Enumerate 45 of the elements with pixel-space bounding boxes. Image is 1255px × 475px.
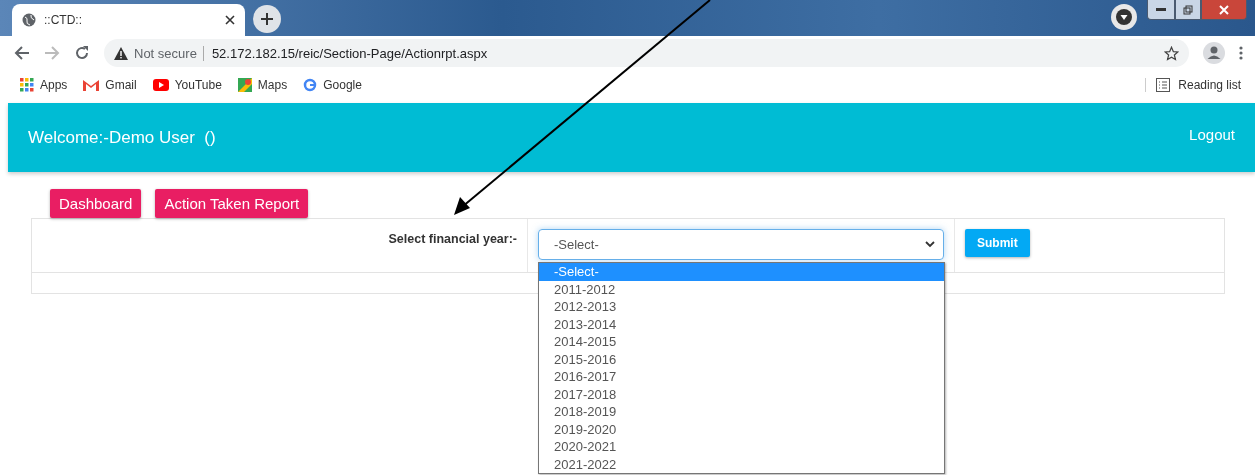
tab-title: ::CTD::	[44, 13, 83, 27]
nav-button[interactable]: Dashboard	[50, 189, 142, 218]
field-label: Select financial year:-	[388, 231, 517, 246]
bookmark-link[interactable]: YouTube	[152, 78, 222, 92]
menu-icon[interactable]	[1239, 46, 1243, 60]
back-button[interactable]	[14, 45, 30, 61]
welcome-text: Welcome:-Demo User ()	[28, 127, 216, 148]
minimize-icon	[1156, 7, 1166, 12]
bookmark-link[interactable]: Maps	[237, 78, 288, 92]
warning-icon	[114, 46, 128, 60]
apps-grid-icon	[20, 78, 34, 92]
security-warning: Not secure	[134, 45, 197, 61]
close-icon[interactable]	[225, 15, 235, 25]
mail-icon	[83, 79, 100, 91]
plus-icon	[261, 13, 273, 25]
reload-button[interactable]	[74, 45, 90, 61]
globe-icon	[22, 13, 36, 27]
restore-icon	[1183, 4, 1193, 15]
profile-dropdown-icon[interactable]	[1111, 4, 1137, 30]
nav-button[interactable]: Action Taken Report	[155, 189, 309, 218]
close-icon	[1219, 4, 1229, 15]
minimize-button[interactable]	[1147, 0, 1175, 20]
address-bar[interactable]: Not secure 52.172.182.15/reic/Section-Page/Actionrpt.aspx	[104, 39, 1189, 67]
dropdown-option[interactable]: 2016-2017	[539, 368, 944, 386]
profile-icon[interactable]	[1203, 42, 1225, 64]
dropdown-option[interactable]: 2020-2021	[539, 438, 944, 456]
close-window-button[interactable]	[1201, 0, 1247, 20]
browser-tab[interactable]: ::CTD::	[12, 4, 245, 36]
list-icon	[1156, 78, 1171, 92]
star-icon[interactable]	[1164, 45, 1179, 61]
reading-list-button[interactable]: Reading list	[1145, 78, 1241, 92]
bookmark-link[interactable]: Apps	[20, 78, 68, 92]
bookmark-link[interactable]: Gmail	[83, 78, 137, 92]
year-select[interactable]: -Select-	[538, 229, 944, 260]
restore-button[interactable]	[1175, 0, 1201, 20]
chevron-down-icon	[925, 241, 935, 248]
new-tab-button[interactable]	[253, 5, 281, 33]
g-logo-icon	[303, 78, 318, 92]
dropdown-option[interactable]: 2012-2013	[539, 298, 944, 316]
dropdown-option[interactable]: 2014-2015	[539, 333, 944, 351]
dropdown-option[interactable]: 2018-2019	[539, 403, 944, 421]
map-pin-icon	[237, 78, 252, 92]
play-icon	[152, 79, 169, 91]
url-text: 52.172.182.15/reic/Section-Page/Actionrpt.aspx	[202, 45, 488, 61]
bookmark-link[interactable]: Google	[303, 78, 362, 92]
